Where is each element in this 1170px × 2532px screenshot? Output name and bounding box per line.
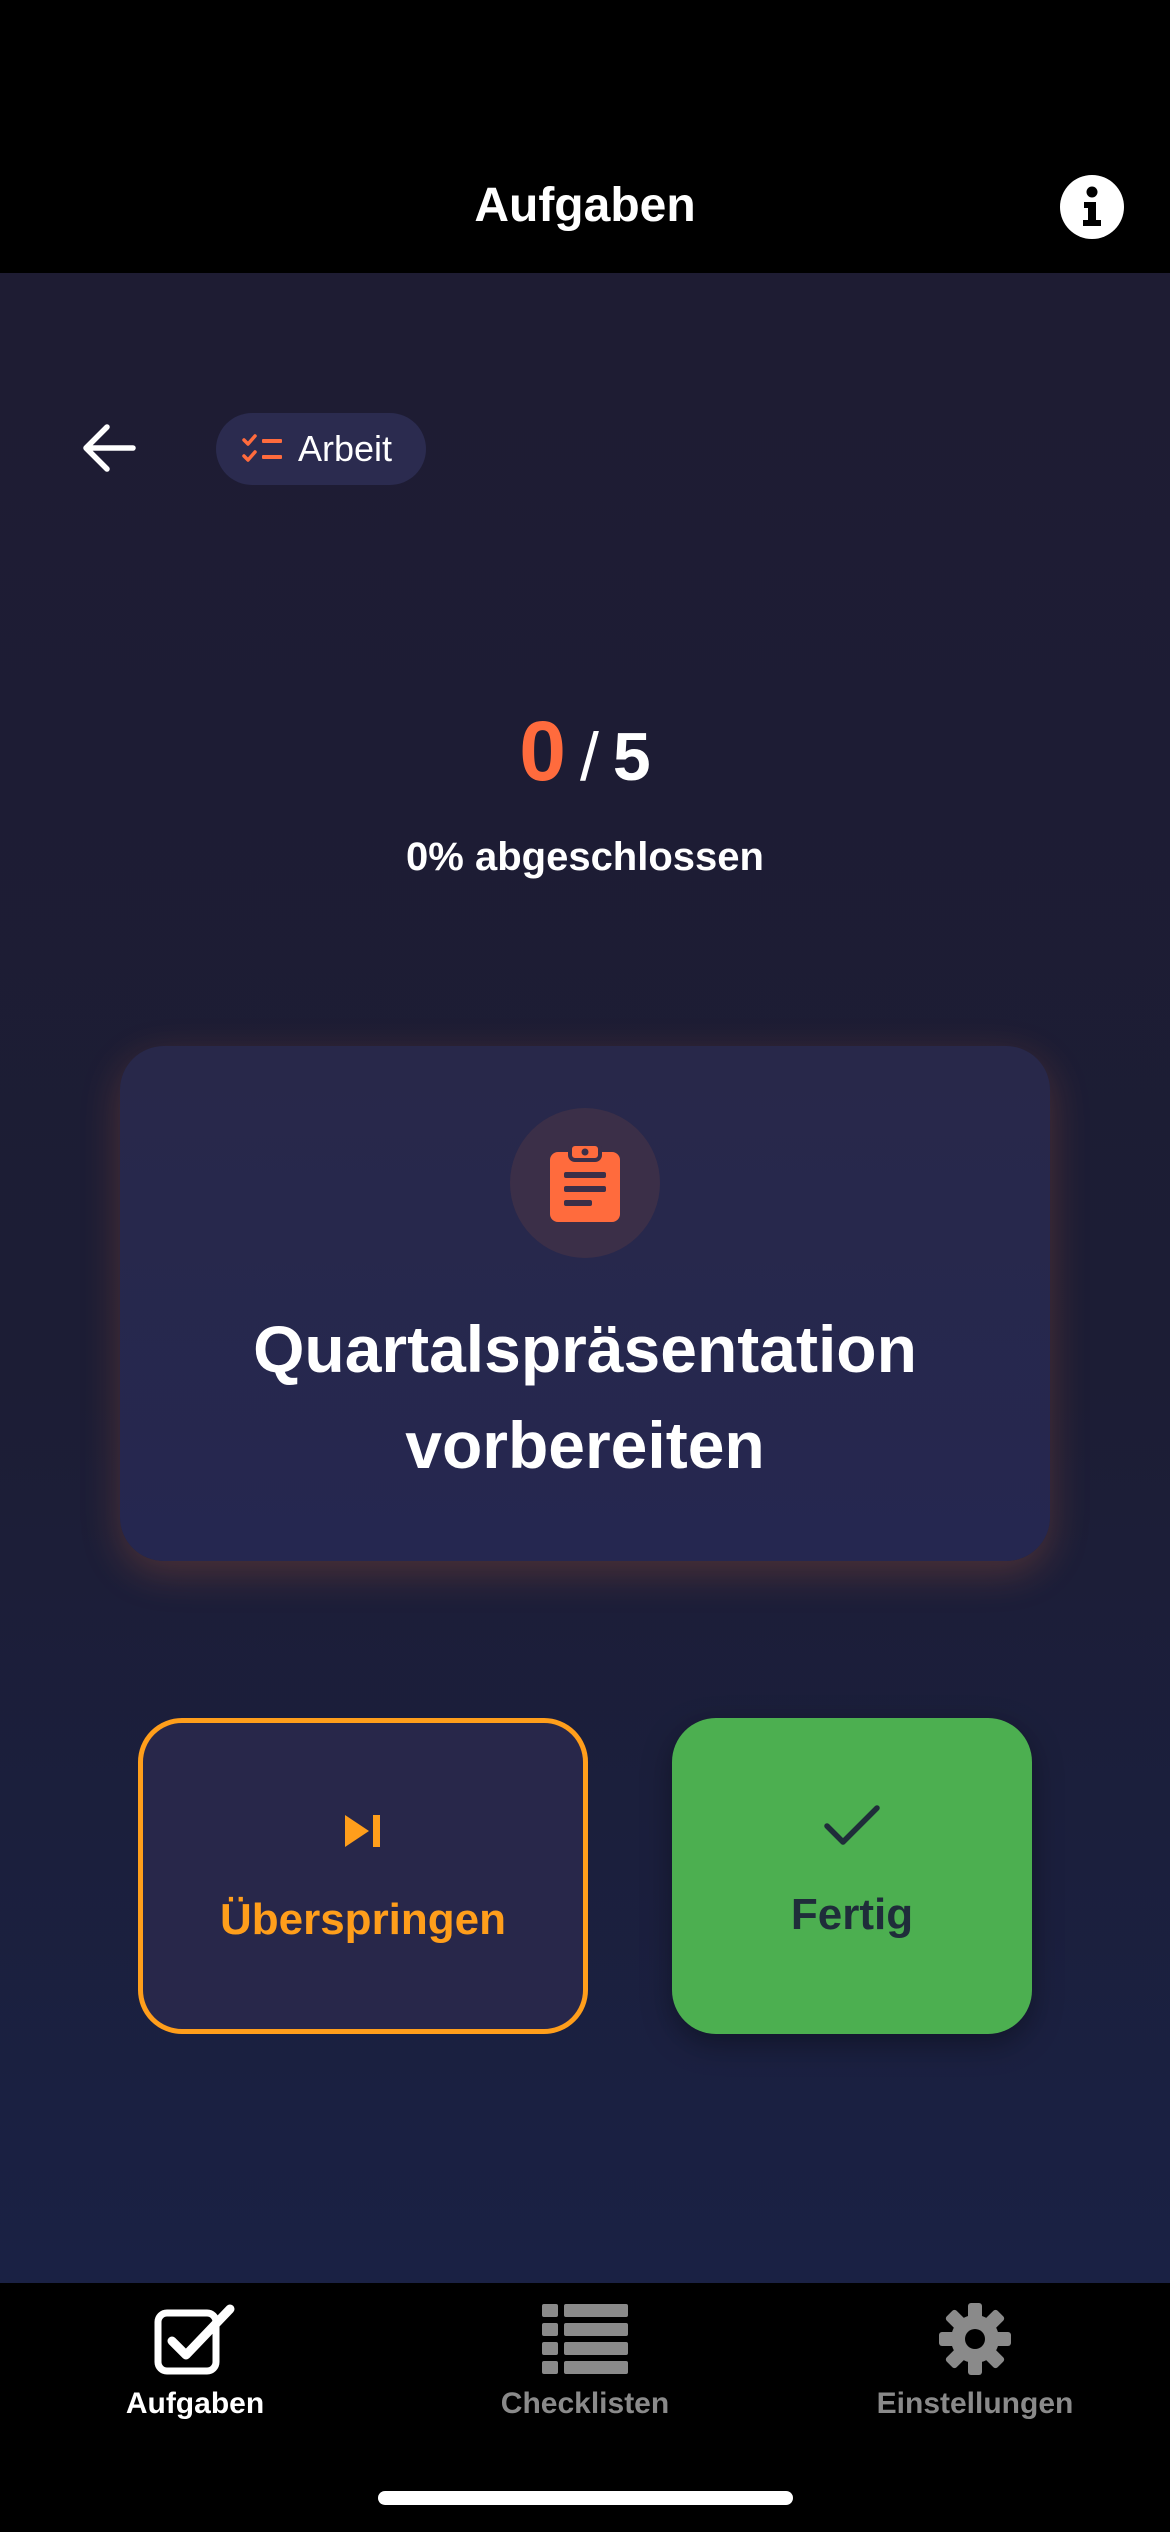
count-separator: / bbox=[579, 719, 599, 795]
info-button[interactable] bbox=[1060, 175, 1124, 239]
category-chip[interactable]: Arbeit bbox=[216, 413, 426, 485]
progress-counter: 0 / 5 bbox=[0, 703, 1170, 800]
clipboard-icon bbox=[550, 1142, 620, 1222]
tab-label: Einstellungen bbox=[876, 2387, 1074, 2420]
progress-percent: 0% abgeschlossen bbox=[406, 835, 764, 879]
home-indicator bbox=[378, 2491, 793, 2505]
total-count: 5 bbox=[612, 719, 651, 795]
main-content: Arbeit 0 / 5 0% abgeschlossen Quartalspr… bbox=[0, 273, 1170, 2283]
back-button[interactable] bbox=[78, 420, 140, 476]
task-icon-circle bbox=[510, 1108, 660, 1258]
category-label: Arbeit bbox=[298, 428, 393, 469]
arrow-left-icon bbox=[83, 424, 136, 472]
tab-aufgaben[interactable]: Aufgaben bbox=[45, 2301, 345, 2421]
task-title: Quartalspräsentation vorbereiten bbox=[253, 1312, 917, 1482]
skip-next-icon bbox=[345, 1815, 380, 1847]
skip-button[interactable]: Überspringen bbox=[138, 1718, 588, 2034]
list-icon bbox=[542, 2304, 628, 2374]
checklist-icon bbox=[242, 434, 282, 462]
page-title: Aufgaben bbox=[474, 179, 696, 232]
tab-label: Aufgaben bbox=[125, 2387, 265, 2420]
done-button[interactable]: Fertig bbox=[672, 1718, 1032, 2034]
gear-icon bbox=[939, 2303, 1011, 2375]
tab-checklisten[interactable]: Checklisten bbox=[435, 2301, 735, 2421]
completed-count: 0 bbox=[519, 704, 566, 798]
tab-label: Checklisten bbox=[500, 2387, 670, 2420]
navigation-bar: Aufgaben bbox=[0, 0, 1170, 273]
checkbox-icon bbox=[154, 2304, 235, 2375]
tab-einstellungen[interactable]: Einstellungen bbox=[825, 2301, 1125, 2421]
check-icon bbox=[824, 1805, 880, 1845]
info-icon bbox=[1083, 186, 1101, 226]
skip-label: Überspringen bbox=[219, 1895, 507, 1944]
task-card: Quartalspräsentation vorbereiten bbox=[120, 1046, 1050, 1561]
done-label: Fertig bbox=[790, 1890, 914, 1939]
